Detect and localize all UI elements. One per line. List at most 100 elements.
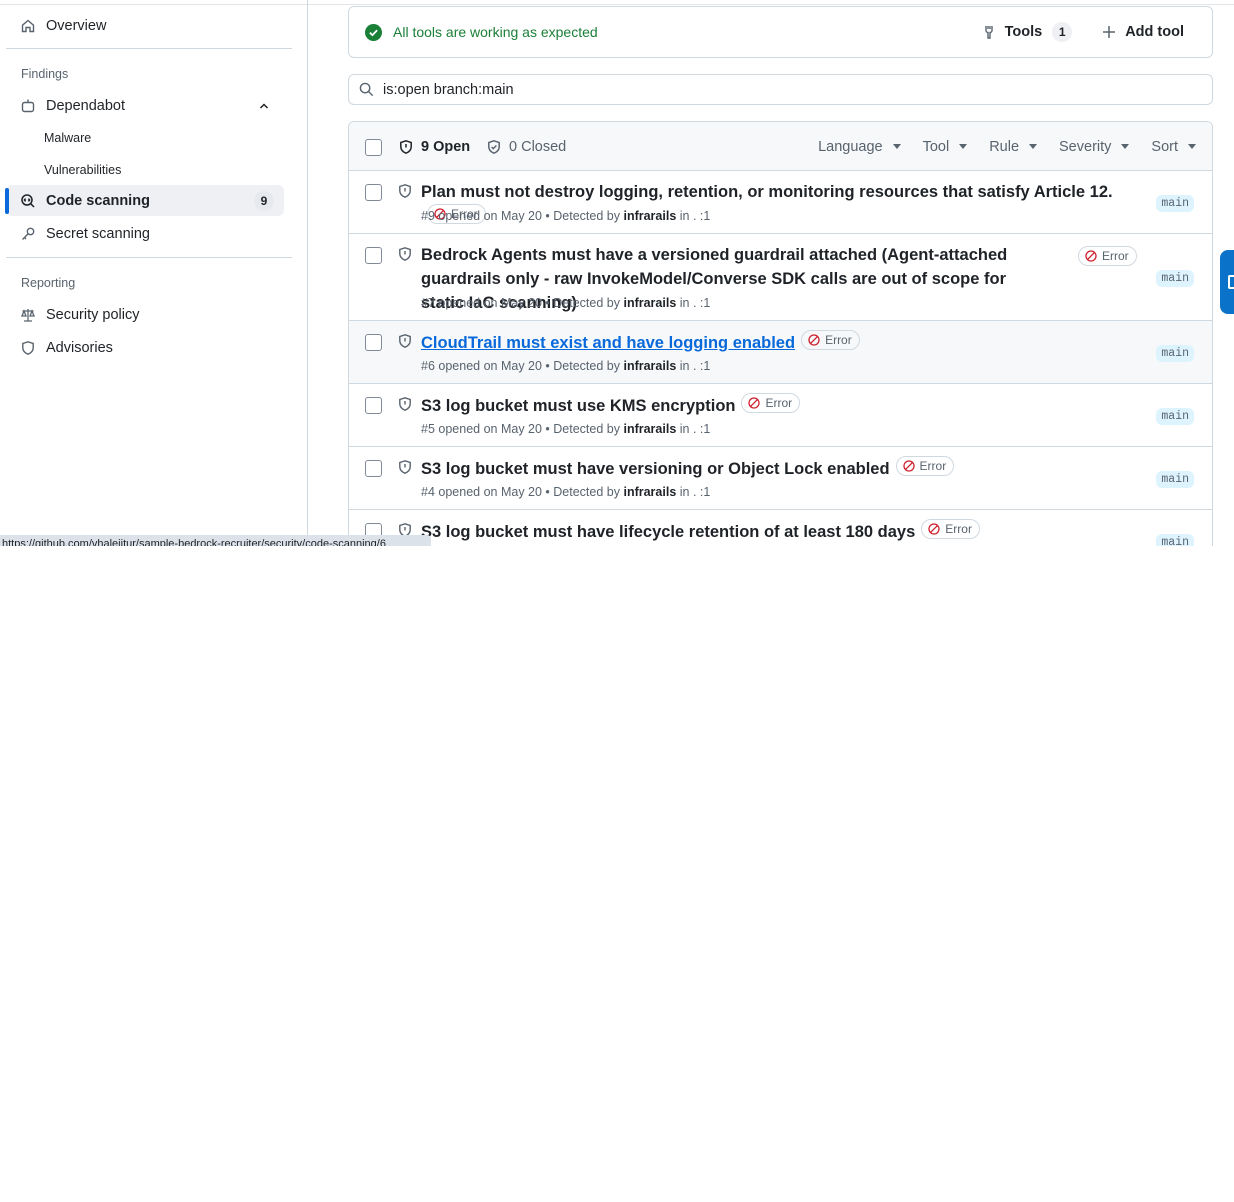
sidebar-item-security-policy[interactable]: Security policy [6, 299, 284, 330]
severity-badge: Error [741, 393, 801, 413]
closed-filter-tab[interactable]: 0 Closed [486, 122, 566, 171]
shield-alert-icon [399, 397, 411, 411]
alert-title[interactable]: S3 log bucket must use KMS encryption [421, 397, 735, 415]
alert-meta: #9 opened on May 20 • Detected by infrar… [421, 209, 710, 223]
shield-alert-icon [399, 334, 411, 348]
alert-row[interactable]: S3 log bucket must have lifecycle retent… [349, 510, 1212, 546]
alert-tool: infrarails [623, 485, 677, 499]
stop-icon [902, 460, 915, 472]
findings-section-label: Findings [21, 67, 69, 81]
alerts-search-box[interactable] [348, 74, 1213, 105]
alert-opened: opened on May 20 • Detected by [438, 296, 620, 310]
stop-icon [1085, 250, 1097, 262]
rule-filter-dropdown[interactable]: Rule [989, 139, 1038, 155]
law-icon [20, 307, 36, 323]
shield-icon [400, 139, 412, 154]
alert-title[interactable]: S3 log bucket must have versioning or Ob… [421, 460, 890, 478]
shield-alert-icon [399, 460, 411, 474]
panel-icon [1228, 275, 1234, 289]
stop-icon [808, 334, 820, 346]
sidebar-item-overview[interactable]: Overview [6, 10, 284, 41]
caret-down-icon [1121, 144, 1130, 149]
caret-down-icon [892, 144, 901, 149]
row-checkbox[interactable] [365, 334, 382, 351]
open-filter-tab[interactable]: 9 Open [398, 122, 470, 171]
caret-down-icon [1188, 144, 1196, 149]
language-filter-dropdown[interactable]: Language [818, 139, 901, 155]
add-tool-button[interactable]: Add tool [1102, 24, 1184, 40]
alert-tool: infrarails [623, 209, 677, 223]
code-scan-icon [20, 193, 36, 209]
alert-number: #9 [421, 209, 435, 223]
branch-label: main [1156, 471, 1194, 488]
shield-icon [20, 340, 36, 356]
sidebar-item-label: Overview [46, 17, 107, 34]
sidebar-item-dependabot[interactable]: Dependabot [6, 90, 284, 121]
alert-row[interactable]: CloudTrail must exist and have logging e… [349, 321, 1212, 384]
shield-alert-icon [399, 184, 411, 198]
sidebar-item-label: Vulnerabilities [44, 162, 122, 177]
tool-filter-dropdown[interactable]: Tool [923, 139, 968, 155]
alert-number: #5 [421, 422, 435, 436]
sidebar-item-malware[interactable]: Malware [6, 122, 284, 153]
row-checkbox[interactable] [365, 460, 382, 477]
sidebar-item-label: Secret scanning [46, 225, 150, 242]
alert-opened: opened on May 20 • Detected by [438, 359, 620, 373]
search-icon [359, 82, 374, 97]
security-sidebar: Overview Findings Dependabot Malware Vul… [0, 0, 308, 546]
code-scanning-count-badge: 9 [254, 190, 274, 211]
alert-row[interactable]: S3 log bucket must have versioning or Ob… [349, 447, 1212, 510]
key-icon [20, 226, 36, 242]
stop-icon [748, 397, 761, 409]
add-tool-label: Add tool [1125, 24, 1184, 40]
filter-label: Language [818, 138, 883, 155]
severity-badge: Error [921, 519, 980, 539]
severity-label: Error [945, 522, 972, 536]
alert-row[interactable]: S3 log bucket must use KMS encryption Err… [349, 384, 1212, 447]
alert-number: #6 [421, 359, 435, 373]
sidebar-item-code-scanning[interactable]: Code scanning 9 [6, 185, 284, 216]
sidebar-divider [6, 48, 292, 49]
tools-status: All tools are working as expected [365, 23, 598, 41]
alert-number: #4 [421, 485, 435, 499]
tools-status-bar: All tools are working as expected Tools … [348, 6, 1213, 58]
sort-dropdown[interactable]: Sort [1151, 139, 1196, 155]
alert-title[interactable]: Plan must not destroy logging, retention… [421, 183, 1113, 201]
row-checkbox[interactable] [365, 184, 382, 201]
alert-title[interactable]: S3 log bucket must have lifecycle retent… [421, 523, 915, 541]
filter-label: Severity [1059, 138, 1112, 155]
alert-title-link[interactable]: CloudTrail must exist and have logging e… [421, 334, 795, 352]
alerts-list-header: 9 Open 0 Closed Language Tool Rule Sever… [349, 122, 1212, 171]
alert-opened: opened on May 20 • Detected by [438, 422, 620, 436]
stop-icon [928, 523, 940, 535]
sidebar-item-secret-scanning[interactable]: Secret scanning [6, 218, 284, 249]
severity-filter-dropdown[interactable]: Severity [1059, 138, 1130, 155]
alert-meta: #7 opened on May 20 • Detected by infrar… [421, 296, 710, 310]
filter-label: Tool [922, 138, 950, 155]
alert-location: in . :1 [679, 296, 711, 310]
alert-row[interactable]: Plan must not destroy logging, retention… [349, 171, 1212, 234]
alert-number: #7 [421, 296, 435, 310]
severity-badge: Error [801, 330, 860, 350]
side-panel-toggle[interactable] [1220, 250, 1234, 314]
severity-label: Error [825, 333, 852, 347]
select-all-checkbox[interactable] [365, 139, 382, 156]
sidebar-item-label: Malware [44, 130, 92, 145]
row-checkbox[interactable] [365, 397, 382, 414]
sidebar-divider [6, 257, 292, 258]
alert-meta: #5 opened on May 20 • Detected by infrar… [421, 422, 710, 436]
sidebar-item-advisories[interactable]: Advisories [6, 332, 284, 363]
tools-button-label: Tools [1004, 24, 1043, 40]
tools-button[interactable]: Tools 1 [981, 22, 1073, 42]
alert-location: in . :1 [679, 209, 711, 223]
chevron-up-icon[interactable] [258, 100, 270, 112]
search-input[interactable] [383, 81, 1183, 98]
row-checkbox[interactable] [365, 247, 382, 264]
shield-alert-icon [399, 247, 411, 261]
plus-icon [1103, 26, 1116, 38]
severity-label: Error [1102, 249, 1129, 263]
alert-row[interactable]: Bedrock Agents must have a versioned gua… [349, 234, 1212, 321]
sidebar-item-vulnerabilities[interactable]: Vulnerabilities [6, 154, 284, 185]
page-viewport: Overview Findings Dependabot Malware Vul… [0, 0, 1234, 546]
filter-label: Sort [1151, 138, 1178, 155]
